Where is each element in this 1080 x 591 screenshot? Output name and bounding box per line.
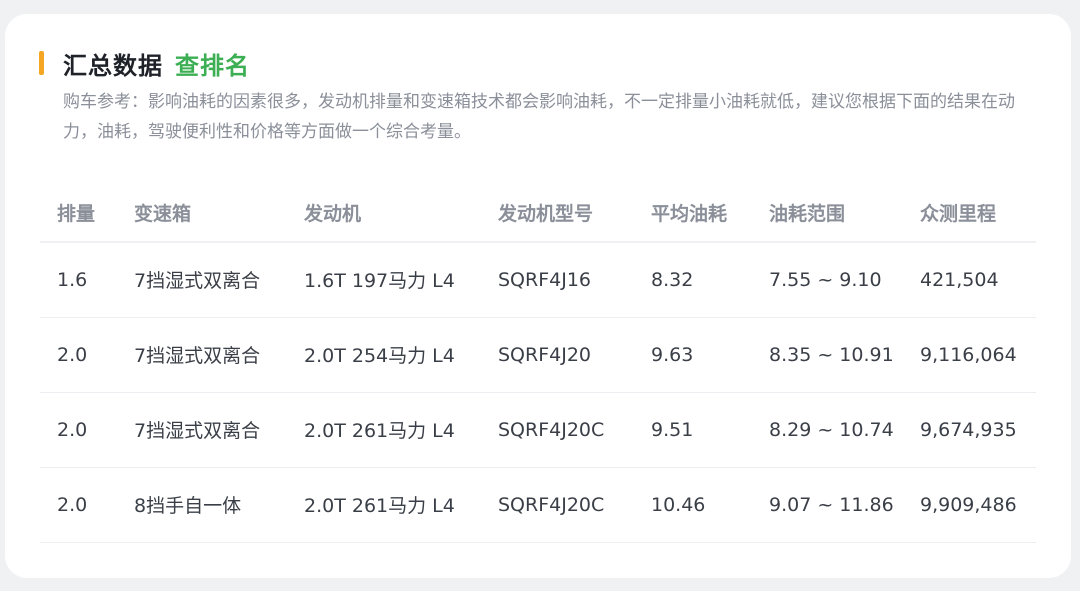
header-tested-mileage: 众测里程 (920, 184, 1036, 243)
header-engine: 发动机 (304, 184, 498, 243)
cell-consumption-range: 9.07 ~ 11.86 (769, 467, 920, 543)
cell-tested-mileage: 9,674,935 (920, 392, 1036, 468)
cell-consumption-range: 8.29 ~ 10.74 (769, 392, 920, 468)
table-row: 1.6 7挡湿式双离合 1.6T 197马力 L4 SQRF4J16 8.32 … (40, 242, 1036, 318)
cell-transmission: 8挡手自一体 (134, 467, 304, 543)
section-title: 汇总数据 (63, 51, 163, 80)
cell-tested-mileage: 9,909,486 (920, 467, 1036, 543)
cell-consumption-range: 7.55 ~ 9.10 (769, 242, 920, 318)
section-header: 汇总数据 查排名 (39, 46, 250, 81)
cell-displacement: 2.0 (40, 392, 134, 468)
table-row: 2.0 7挡湿式双离合 2.0T 261马力 L4 SQRF4J20C 9.51… (40, 392, 1036, 468)
cell-avg-consumption: 9.63 (651, 317, 769, 393)
view-ranking-link[interactable]: 查排名 (175, 46, 250, 81)
cell-transmission: 7挡湿式双离合 (134, 392, 304, 468)
header-transmission: 变速箱 (134, 184, 304, 243)
table-row: 2.0 8挡手自一体 2.0T 261马力 L4 SQRF4J20C 10.46… (40, 467, 1036, 543)
cell-engine: 2.0T 254马力 L4 (304, 317, 498, 393)
cell-avg-consumption: 10.46 (651, 467, 769, 543)
cell-tested-mileage: 421,504 (920, 242, 1036, 318)
cell-engine: 2.0T 261马力 L4 (304, 467, 498, 543)
accent-bar (39, 51, 44, 75)
header-consumption-range: 油耗范围 (769, 184, 920, 243)
purchase-reference-text: 购车参考：影响油耗的因素很多，发动机排量和变速箱技术都会影响油耗，不一定排量小油… (63, 92, 1015, 142)
cell-displacement: 1.6 (40, 242, 134, 318)
cell-engine-model: SQRF4J20 (498, 317, 651, 393)
cell-transmission: 7挡湿式双离合 (134, 242, 304, 318)
cell-avg-consumption: 8.32 (651, 242, 769, 318)
cell-displacement: 2.0 (40, 317, 134, 393)
table-row: 2.0 7挡湿式双离合 2.0T 254马力 L4 SQRF4J20 9.63 … (40, 317, 1036, 393)
cell-displacement: 2.0 (40, 467, 134, 543)
cell-transmission: 7挡湿式双离合 (134, 317, 304, 393)
cell-engine: 1.6T 197马力 L4 (304, 242, 498, 318)
header-engine-model: 发动机型号 (498, 184, 651, 243)
fuel-consumption-table: 排量 变速箱 发动机 发动机型号 平均油耗 油耗范围 众测里程 1.6 7挡湿式… (40, 184, 1036, 543)
cell-engine-model: SQRF4J20C (498, 467, 651, 543)
cell-engine: 2.0T 261马力 L4 (304, 392, 498, 468)
cell-tested-mileage: 9,116,064 (920, 317, 1036, 393)
header-avg-consumption: 平均油耗 (651, 184, 769, 243)
cell-avg-consumption: 9.51 (651, 392, 769, 468)
cell-engine-model: SQRF4J16 (498, 242, 651, 318)
cell-consumption-range: 8.35 ~ 10.91 (769, 317, 920, 393)
cell-engine-model: SQRF4J20C (498, 392, 651, 468)
summary-card: 汇总数据 查排名 购车参考：影响油耗的因素很多，发动机排量和变速箱技术都会影响油… (5, 14, 1071, 578)
table-header-row: 排量 变速箱 发动机 发动机型号 平均油耗 油耗范围 众测里程 (40, 184, 1036, 243)
header-displacement: 排量 (40, 184, 134, 243)
